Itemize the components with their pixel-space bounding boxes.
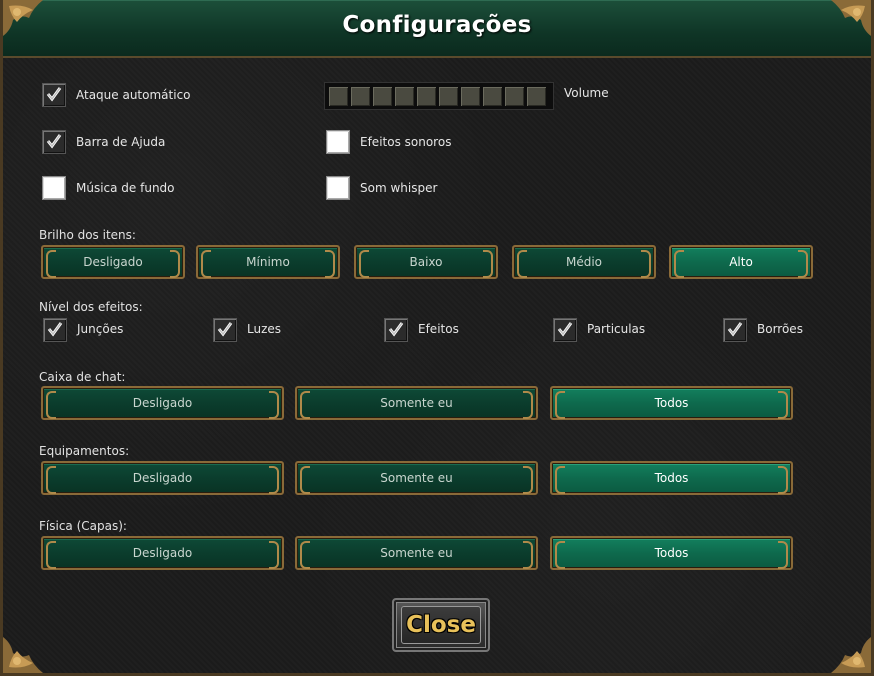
auto-attack-label: Ataque automático xyxy=(76,88,191,102)
effect-joints-checkbox[interactable] xyxy=(43,318,67,342)
volume-segment[interactable] xyxy=(373,86,392,106)
effect-joints-label: Junções xyxy=(77,322,124,336)
effect-lights-checkbox[interactable] xyxy=(213,318,237,342)
equipment-heading: Equipamentos: xyxy=(39,444,130,458)
equipment-all-button[interactable]: Todos xyxy=(550,461,793,495)
sound-effects-label: Efeitos sonoros xyxy=(360,135,452,149)
help-bar-checkbox[interactable] xyxy=(42,130,66,154)
sound-effects-checkbox[interactable] xyxy=(326,130,350,154)
effect-blur-checkbox[interactable] xyxy=(723,318,747,342)
corner-ornament-bottom-right xyxy=(811,629,871,673)
checkmark-icon xyxy=(727,321,743,337)
volume-segment[interactable] xyxy=(461,86,480,106)
close-button-label: Close xyxy=(401,606,481,644)
help-bar-label: Barra de Ajuda xyxy=(76,135,166,149)
effect-lights-label: Luzes xyxy=(247,322,282,336)
corner-ornament-top-left xyxy=(3,0,63,44)
effect-particles-label: Particulas xyxy=(587,322,646,336)
volume-label: Volume xyxy=(564,86,609,100)
physics-off-button[interactable]: Desligado xyxy=(41,536,284,570)
checkmark-icon xyxy=(47,321,63,337)
effect-blur-label: Borrões xyxy=(757,322,803,336)
whisper-sound-label: Som whisper xyxy=(360,181,438,195)
checkmark-icon xyxy=(46,133,62,149)
equipment-only-me-button[interactable]: Somente eu xyxy=(295,461,538,495)
chat-off-button[interactable]: Desligado xyxy=(41,386,284,420)
brightness-off-button[interactable]: Desligado xyxy=(41,245,185,279)
auto-attack-checkbox[interactable] xyxy=(42,83,66,107)
window-title: Configurações xyxy=(342,12,532,38)
volume-segment[interactable] xyxy=(417,86,436,106)
background-music-checkbox[interactable] xyxy=(42,176,66,200)
checkmark-icon xyxy=(388,321,404,337)
effects-level-heading: Nível dos efeitos: xyxy=(39,300,143,314)
brightness-min-button[interactable]: Mínimo xyxy=(196,245,340,279)
item-brightness-heading: Brilho dos itens: xyxy=(39,228,136,242)
brightness-high-button[interactable]: Alto xyxy=(669,245,813,279)
physics-all-button[interactable]: Todos xyxy=(550,536,793,570)
effect-particles-checkbox[interactable] xyxy=(553,318,577,342)
checkmark-icon xyxy=(557,321,573,337)
corner-ornament-top-right xyxy=(811,0,871,44)
settings-window: Configurações Ataque automático Barra de… xyxy=(0,0,874,676)
volume-slider[interactable] xyxy=(324,82,554,110)
equipment-off-button[interactable]: Desligado xyxy=(41,461,284,495)
effect-effects-label: Efeitos xyxy=(418,322,459,336)
physics-heading: Física (Capas): xyxy=(39,519,127,533)
corner-ornament-bottom-left xyxy=(3,629,63,673)
volume-segment[interactable] xyxy=(483,86,502,106)
volume-segment[interactable] xyxy=(395,86,414,106)
checkmark-icon xyxy=(46,86,62,102)
title-bar: Configurações xyxy=(3,0,871,58)
close-button[interactable]: Close xyxy=(392,598,490,652)
volume-segment[interactable] xyxy=(527,86,546,106)
whisper-sound-checkbox[interactable] xyxy=(326,176,350,200)
brightness-low-button[interactable]: Baixo xyxy=(354,245,498,279)
volume-segment[interactable] xyxy=(351,86,370,106)
background-music-label: Música de fundo xyxy=(76,181,175,195)
chat-all-button[interactable]: Todos xyxy=(550,386,793,420)
physics-only-me-button[interactable]: Somente eu xyxy=(295,536,538,570)
effect-effects-checkbox[interactable] xyxy=(384,318,408,342)
chat-only-me-button[interactable]: Somente eu xyxy=(295,386,538,420)
checkmark-icon xyxy=(217,321,233,337)
volume-segment[interactable] xyxy=(505,86,524,106)
brightness-medium-button[interactable]: Médio xyxy=(512,245,656,279)
chat-box-heading: Caixa de chat: xyxy=(39,370,126,384)
volume-segment[interactable] xyxy=(439,86,458,106)
volume-segment[interactable] xyxy=(329,86,348,106)
